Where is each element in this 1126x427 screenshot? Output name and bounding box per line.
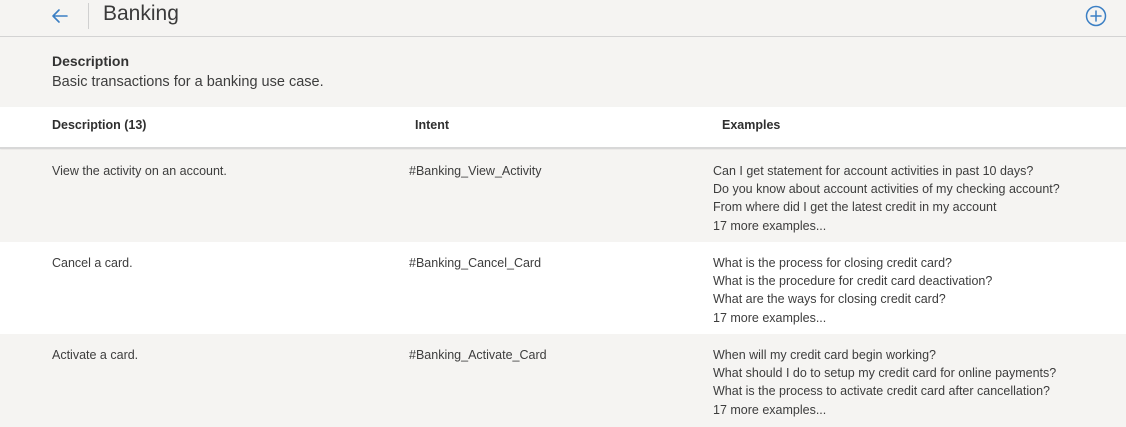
description-text: Basic transactions for a banking use cas…	[52, 74, 324, 90]
row-intent[interactable]: #Banking_Activate_Card	[409, 346, 547, 364]
example-text: Do you know about account activities of …	[713, 182, 1060, 197]
description-label: Description	[52, 53, 130, 69]
table-row[interactable]: View the activity on an account. #Bankin…	[0, 150, 1126, 242]
page-title: Banking	[103, 2, 179, 25]
back-button[interactable]	[48, 4, 72, 28]
add-intent-button[interactable]	[1085, 5, 1107, 27]
table-row[interactable]: Cancel a card. #Banking_Cancel_Card What…	[0, 242, 1126, 334]
row-examples: What is the process for closing credit c…	[713, 254, 992, 327]
arrow-left-icon	[52, 9, 68, 23]
column-header-examples[interactable]: Examples	[722, 118, 780, 132]
more-examples-link[interactable]: 17 more examples...	[713, 217, 1060, 235]
plus-circle-icon	[1085, 5, 1107, 27]
more-examples-link[interactable]: 17 more examples...	[713, 309, 992, 327]
example-text: Can I get statement for account activiti…	[713, 164, 1034, 178]
row-intent[interactable]: #Banking_View_Activity	[409, 162, 541, 180]
description-section: Description Basic transactions for a ban…	[0, 38, 1126, 107]
column-header-description[interactable]: Description (13)	[52, 118, 146, 132]
row-intent[interactable]: #Banking_Cancel_Card	[409, 254, 541, 272]
row-description: View the activity on an account.	[52, 164, 227, 178]
table-row[interactable]: Activate a card. #Banking_Activate_Card …	[0, 334, 1126, 426]
column-header-intent[interactable]: Intent	[415, 118, 449, 132]
example-text: What is the process for closing credit c…	[713, 256, 952, 270]
example-text: What should I do to setup my credit card…	[713, 366, 1057, 381]
example-text: What is the process to activate credit c…	[713, 384, 1050, 399]
example-text: What are the ways for closing credit car…	[713, 292, 946, 307]
example-text: What is the procedure for credit card de…	[713, 274, 993, 289]
example-text: From where did I get the latest credit i…	[713, 200, 997, 215]
table-header: Description (13) Intent Examples	[0, 107, 1126, 149]
more-examples-link[interactable]: 17 more examples...	[713, 401, 1056, 419]
header-divider	[88, 3, 89, 29]
example-text: When will my credit card begin working?	[713, 348, 937, 362]
row-description: Activate a card.	[52, 348, 139, 362]
row-description: Cancel a card.	[52, 256, 133, 270]
row-examples: When will my credit card begin working? …	[713, 346, 1056, 419]
page-header: Banking	[0, 0, 1126, 37]
row-examples: Can I get statement for account activiti…	[713, 162, 1060, 235]
